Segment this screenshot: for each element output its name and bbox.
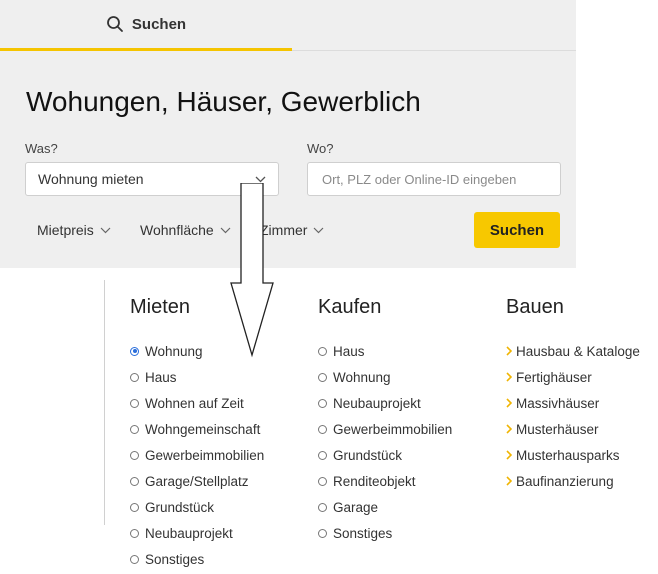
option-label: Grundstück bbox=[333, 447, 403, 463]
column-title-bauen: Bauen bbox=[506, 296, 564, 318]
chevron-right-icon bbox=[506, 372, 512, 382]
radio-icon bbox=[318, 398, 327, 408]
filter-wohnflaeche-label: Wohnfläche bbox=[140, 222, 214, 238]
link-fertighaeuser[interactable]: Fertighäuser bbox=[506, 364, 640, 390]
chevron-down-icon bbox=[255, 176, 266, 182]
option-kaufen-grundstueck[interactable]: Grundstück bbox=[318, 442, 452, 468]
filter-mietpreis-label: Mietpreis bbox=[37, 222, 94, 238]
radio-icon bbox=[318, 528, 327, 538]
option-mieten-haus[interactable]: Haus bbox=[130, 364, 264, 390]
option-label: Garage/Stellplatz bbox=[145, 473, 249, 489]
chevron-right-icon bbox=[506, 476, 512, 486]
option-label: Neubauprojekt bbox=[145, 525, 233, 541]
column-title-kaufen: Kaufen bbox=[318, 296, 382, 318]
search-button[interactable]: Suchen bbox=[474, 212, 560, 248]
option-mieten-wohngemeinschaft[interactable]: Wohngemeinschaft bbox=[130, 416, 264, 442]
option-label: Neubauprojekt bbox=[333, 395, 421, 411]
chevron-down-icon bbox=[100, 227, 111, 233]
filter-wohnflaeche[interactable]: Wohnfläche bbox=[140, 222, 231, 238]
tab-label: Suchen bbox=[131, 15, 187, 33]
radio-icon bbox=[130, 398, 139, 408]
radio-icon bbox=[318, 502, 327, 512]
chevron-right-icon bbox=[506, 398, 512, 408]
chevron-right-icon bbox=[506, 346, 512, 356]
option-kaufen-garage[interactable]: Garage bbox=[318, 494, 452, 520]
link-label: Musterhäuser bbox=[516, 421, 599, 437]
option-label: Renditeobjekt bbox=[333, 473, 416, 489]
option-label: Sonstiges bbox=[333, 525, 393, 541]
option-label: Gewerbeimmobilien bbox=[145, 447, 265, 463]
column-bauen: Bauen Hausbau & Kataloge Fertighäuser Ma… bbox=[506, 296, 640, 494]
link-label: Massivhäuser bbox=[516, 395, 600, 411]
radio-icon bbox=[130, 502, 139, 512]
filter-mietpreis[interactable]: Mietpreis bbox=[37, 222, 111, 238]
radio-icon bbox=[130, 476, 139, 486]
option-label: Sonstiges bbox=[145, 551, 205, 567]
location-input[interactable] bbox=[320, 170, 548, 188]
link-baufinanzierung[interactable]: Baufinanzierung bbox=[506, 468, 640, 494]
option-mieten-grundstueck[interactable]: Grundstück bbox=[130, 494, 264, 520]
option-mieten-neubauprojekt[interactable]: Neubauprojekt bbox=[130, 520, 264, 546]
radio-selected-icon bbox=[130, 346, 139, 356]
was-select-value: Wohnung mieten bbox=[38, 171, 144, 187]
option-mieten-gewerbeimmobilien[interactable]: Gewerbeimmobilien bbox=[130, 442, 264, 468]
radio-icon bbox=[130, 450, 139, 460]
radio-icon bbox=[318, 476, 327, 486]
link-massivhaeuser[interactable]: Massivhäuser bbox=[506, 390, 640, 416]
option-kaufen-sonstiges[interactable]: Sonstiges bbox=[318, 520, 452, 546]
was-label: Was? bbox=[25, 141, 58, 156]
link-musterhausparks[interactable]: Musterhausparks bbox=[506, 442, 640, 468]
option-label: Haus bbox=[145, 369, 177, 385]
radio-icon bbox=[318, 450, 327, 460]
wo-field bbox=[307, 162, 561, 196]
radio-icon bbox=[130, 372, 139, 382]
link-hausbau-kataloge[interactable]: Hausbau & Kataloge bbox=[506, 338, 640, 364]
option-mieten-wohnen-auf-zeit[interactable]: Wohnen auf Zeit bbox=[130, 390, 264, 416]
link-label: Hausbau & Kataloge bbox=[516, 343, 640, 359]
link-musterhaeuser[interactable]: Musterhäuser bbox=[506, 416, 640, 442]
option-label: Wohngemeinschaft bbox=[145, 421, 261, 437]
column-kaufen: Kaufen Haus Wohnung Neubauprojekt Gewerb… bbox=[318, 296, 452, 546]
tab-suchen[interactable]: Suchen bbox=[0, 0, 292, 51]
option-label: Gewerbeimmobilien bbox=[333, 421, 453, 437]
option-label: Wohnung bbox=[145, 343, 203, 359]
option-label: Garage bbox=[333, 499, 379, 515]
link-label: Musterhausparks bbox=[516, 447, 620, 463]
option-kaufen-haus[interactable]: Haus bbox=[318, 338, 452, 364]
option-kaufen-neubauprojekt[interactable]: Neubauprojekt bbox=[318, 390, 452, 416]
radio-icon bbox=[130, 554, 139, 564]
option-mieten-garage-stellplatz[interactable]: Garage/Stellplatz bbox=[130, 468, 264, 494]
radio-icon bbox=[318, 346, 327, 356]
wo-label: Wo? bbox=[307, 141, 334, 156]
column-mieten: Mieten Wohnung Haus Wohnen auf Zeit Wohn… bbox=[130, 296, 264, 572]
column-title-mieten: Mieten bbox=[130, 296, 191, 318]
radio-icon bbox=[318, 372, 327, 382]
option-kaufen-renditeobjekt[interactable]: Renditeobjekt bbox=[318, 468, 452, 494]
link-label: Baufinanzierung bbox=[516, 473, 614, 489]
option-kaufen-gewerbeimmobilien[interactable]: Gewerbeimmobilien bbox=[318, 416, 452, 442]
option-mieten-sonstiges[interactable]: Sonstiges bbox=[130, 546, 264, 572]
option-mieten-wohnung[interactable]: Wohnung bbox=[130, 338, 264, 364]
chevron-right-icon bbox=[506, 424, 512, 434]
option-label: Haus bbox=[333, 343, 365, 359]
option-label: Wohnung bbox=[333, 369, 391, 385]
radio-icon bbox=[130, 424, 139, 434]
chevron-down-icon bbox=[314, 227, 324, 233]
search-panel: Suchen Wohungen, Häuser, Gewerblich Was?… bbox=[0, 0, 576, 268]
page-title: Wohungen, Häuser, Gewerblich bbox=[26, 86, 421, 117]
link-label: Fertighäuser bbox=[516, 369, 592, 385]
radio-icon bbox=[318, 424, 327, 434]
tab-bar: Suchen bbox=[0, 0, 576, 51]
option-kaufen-wohnung[interactable]: Wohnung bbox=[318, 364, 452, 390]
chevron-right-icon bbox=[506, 450, 512, 460]
search-icon bbox=[107, 16, 123, 32]
radio-icon bbox=[130, 528, 139, 538]
option-label: Grundstück bbox=[145, 499, 215, 515]
option-label: Wohnen auf Zeit bbox=[145, 395, 244, 411]
divider bbox=[104, 280, 105, 525]
